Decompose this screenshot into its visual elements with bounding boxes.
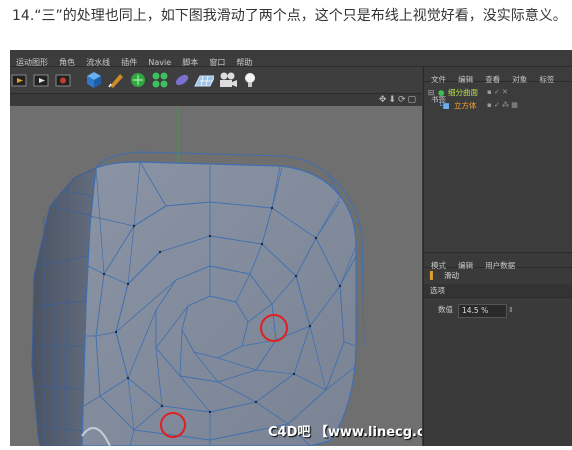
floor-icon[interactable] bbox=[194, 70, 214, 90]
cube-icon[interactable] bbox=[84, 70, 104, 90]
viewport-nav-icons[interactable]: ✥⬇⟳▢ bbox=[379, 94, 418, 106]
value-input[interactable]: 14.5 % bbox=[458, 304, 507, 318]
object-row-subdivision[interactable]: ⊟ ● 细分曲面 ▪ ✓ ✕ bbox=[424, 86, 572, 99]
object-name-subdivision[interactable]: 细分曲面 bbox=[448, 86, 478, 99]
om-menu-file[interactable]: 文件 bbox=[431, 73, 446, 87]
om-menu-view[interactable]: 查看 bbox=[485, 73, 500, 87]
slide-tool-icon: ▌ bbox=[430, 271, 436, 280]
render-picture-icon[interactable] bbox=[32, 70, 52, 90]
subdivision-object-icon: ● bbox=[438, 88, 445, 97]
camera-icon[interactable] bbox=[218, 70, 238, 90]
subdivision-surface-icon[interactable] bbox=[128, 70, 148, 90]
object-manager-panel: 文件 编辑 查看 对象 标签 书签 ⊟ ● 细分曲面 ▪ ✓ ✕ └■ 立方体 … bbox=[423, 67, 572, 446]
cube-object-icon: └■ bbox=[438, 101, 450, 110]
light-bulb-icon[interactable] bbox=[240, 70, 260, 90]
deformer-icon[interactable] bbox=[172, 70, 192, 90]
visibility-flags-icon[interactable]: ▪ ✓ ✕ bbox=[487, 86, 508, 99]
om-menu-tags[interactable]: 标签 bbox=[539, 73, 554, 87]
cloner-icon[interactable] bbox=[150, 70, 170, 90]
watermark-text: C4D吧 【www.linecg.com/tieba/1799】 bbox=[268, 425, 422, 440]
om-menu-objects[interactable]: 对象 bbox=[512, 73, 527, 87]
object-name-cube[interactable]: 立方体 bbox=[454, 99, 477, 112]
attribute-manager: 模式 编辑 用户数据 ▌ 滑动 选项 数值 14.5 % ⇕ bbox=[424, 252, 572, 446]
pen-spline-icon[interactable] bbox=[106, 70, 126, 90]
value-field-label: 数值 bbox=[438, 305, 453, 314]
tag-icons[interactable]: ▪ ✓ ⁂ ▦ bbox=[487, 99, 518, 112]
render-view-icon[interactable] bbox=[10, 70, 30, 90]
tree-expand-icon[interactable]: ⊟ bbox=[428, 86, 434, 99]
attribute-menu: 模式 编辑 用户数据 bbox=[424, 253, 572, 270]
mesh-wireframe bbox=[31, 106, 365, 446]
3d-viewport[interactable]: C4D吧 【www.linecg.com/tieba/1799】 bbox=[10, 106, 422, 446]
attribute-title: ▌ 滑动 bbox=[424, 268, 572, 284]
attribute-title-text: 滑动 bbox=[444, 271, 459, 280]
tab-options[interactable]: 选项 bbox=[424, 284, 572, 298]
value-field-row: 数值 14.5 % ⇕ bbox=[424, 302, 572, 318]
c4d-window: 运动图形 角色 流水线 插件 Navie 脚本 窗口 帮助 ✥⬇⟳▢ C4D吧 … bbox=[10, 50, 572, 446]
caption-text: 14.“三”的处理也同上，如下图我滑动了两个点，这个只是布线上视觉好看，没实际意… bbox=[12, 8, 567, 24]
viewport-header: ✥⬇⟳▢ bbox=[10, 94, 422, 106]
value-stepper-icon[interactable]: ⇕ bbox=[508, 302, 514, 318]
object-row-cube[interactable]: └■ 立方体 ▪ ✓ ⁂ ▦ bbox=[424, 99, 572, 112]
main-toolbar bbox=[10, 67, 422, 94]
menu-bar: 运动图形 角色 流水线 插件 Navie 脚本 窗口 帮助 bbox=[10, 50, 572, 67]
object-manager-menu: 文件 编辑 查看 对象 标签 书签 bbox=[424, 67, 572, 104]
om-menu-edit[interactable]: 编辑 bbox=[458, 73, 473, 87]
render-settings-icon[interactable] bbox=[54, 70, 74, 90]
